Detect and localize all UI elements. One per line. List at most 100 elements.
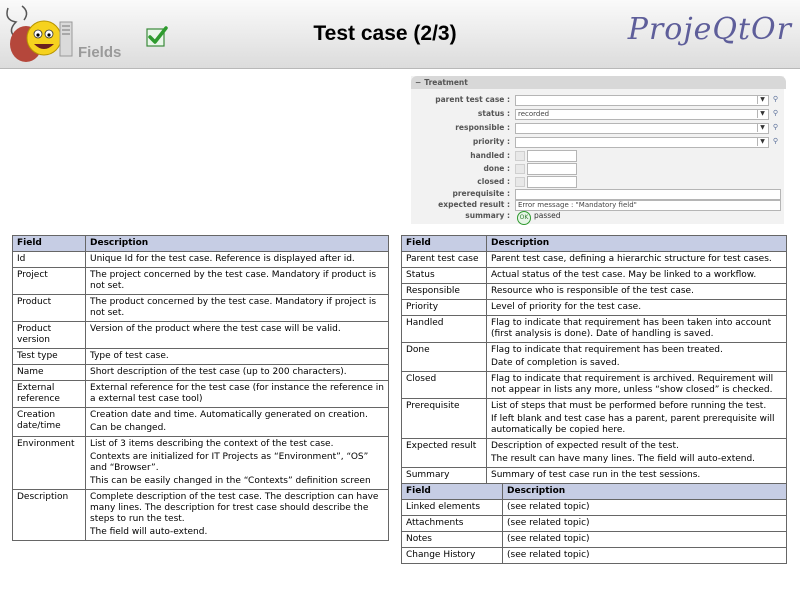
- field-name-cell: Done: [401, 342, 487, 372]
- description-line: External reference for the test case (fo…: [90, 383, 385, 404]
- page-header: Fields Test case (2/3) ProjeQtOr: [0, 0, 800, 69]
- description-cell: External reference for the test case (fo…: [85, 380, 389, 408]
- field-name-cell: Expected result: [401, 438, 487, 468]
- table-row: Change History (see related topic): [401, 547, 787, 564]
- field-responsible: responsible : ▼ ⚲: [411, 122, 784, 134]
- field-name-cell: Responsible: [401, 283, 487, 300]
- done-checkbox[interactable]: [515, 164, 525, 174]
- field-name-cell: Name: [12, 364, 86, 381]
- table-row: Test type Type of test case.: [12, 348, 389, 365]
- description-cell: (see related topic): [502, 547, 787, 564]
- left-field-table: Field Description Id Unique Id for the te…: [12, 235, 389, 541]
- table-row: Product version Version of the product wh…: [12, 321, 389, 349]
- search-icon[interactable]: ⚲: [771, 95, 780, 104]
- description-cell: (see related topic): [502, 531, 787, 548]
- field-name-cell: Closed: [401, 371, 487, 399]
- treatment-section-header[interactable]: − Treatment: [411, 76, 786, 89]
- description-cell: Version of the product where the test ca…: [85, 321, 389, 349]
- field-name-cell: Description: [12, 489, 86, 541]
- table-row: Summary Summary of test case run in the t…: [401, 467, 787, 484]
- table-header-row: Field Description: [401, 483, 787, 500]
- field-name-cell: External reference: [12, 380, 86, 408]
- collapse-icon[interactable]: −: [415, 78, 421, 87]
- description-cell: Flag to indicate that requirement has be…: [486, 315, 787, 343]
- field-label: summary :: [465, 211, 510, 220]
- description-cell: Short description of the test case (up t…: [85, 364, 389, 381]
- field-priority: priority : ▼ ⚲: [411, 136, 784, 148]
- treatment-panel: − Treatment parent test case : ▼ ⚲ status…: [411, 76, 786, 225]
- description-cell: Level of priority for the test case.: [486, 299, 787, 316]
- description-line: The product concerned by the test case. …: [90, 297, 377, 318]
- table-row: Product The product concerned by the test…: [12, 294, 389, 322]
- done-date-field[interactable]: [527, 163, 577, 175]
- description-line: The result can have many lines. The fiel…: [491, 454, 756, 464]
- table-row: Id Unique Id for the test case. Reference…: [12, 251, 389, 268]
- description-line: List of 3 items describing the context o…: [90, 439, 334, 449]
- table-row: Attachments (see related topic): [401, 515, 787, 532]
- description-line: Creation date and time. Automatically ge…: [90, 410, 368, 420]
- column-header: Field: [12, 235, 86, 252]
- description-line: Flag to indicate that requirement is arc…: [491, 374, 774, 395]
- chevron-down-icon[interactable]: ▼: [757, 123, 767, 132]
- field-name-cell: Product: [12, 294, 86, 322]
- chevron-down-icon[interactable]: ▼: [757, 95, 767, 104]
- field-name-cell: Status: [401, 267, 487, 284]
- description-line: Version of the product where the test ca…: [90, 324, 341, 334]
- description-line: Flag to indicate that requirement has be…: [491, 345, 723, 355]
- description-line: Actual status of the test case. May be l…: [491, 270, 757, 280]
- description-cell: List of steps that must be performed bef…: [486, 398, 787, 439]
- description-cell: Type of test case.: [85, 348, 389, 365]
- search-icon[interactable]: ⚲: [771, 109, 780, 118]
- description-line: Type of test case.: [90, 351, 169, 361]
- description-line: The project concerned by the test case. …: [90, 270, 377, 291]
- field-name-cell: Summary: [401, 467, 487, 484]
- table-row: Parent test case Parent test case, defini…: [401, 251, 787, 268]
- responsible-select[interactable]: [515, 123, 769, 134]
- description-cell: Complete description of the test case. T…: [85, 489, 389, 541]
- description-cell: Parent test case, defining a hierarchic …: [486, 251, 787, 268]
- description-line: The field will auto-extend.: [90, 527, 208, 537]
- description-line: Date of completion is saved.: [491, 358, 620, 368]
- field-summary: summary : OK passed: [411, 210, 784, 225]
- priority-select[interactable]: [515, 137, 769, 148]
- field-name-cell: Parent test case: [401, 251, 487, 268]
- search-icon[interactable]: ⚲: [771, 137, 780, 146]
- chevron-down-icon[interactable]: ▼: [757, 109, 767, 118]
- table-row: Done Flag to indicate that requirement ha…: [401, 342, 787, 372]
- summary-value: passed: [534, 211, 561, 220]
- description-line: Complete description of the test case. T…: [90, 492, 379, 524]
- description-line: Short description of the test case (up t…: [90, 367, 347, 377]
- description-cell: List of 3 items describing the context o…: [85, 436, 389, 490]
- field-name-cell: Project: [12, 267, 86, 295]
- field-label: status :: [477, 109, 510, 118]
- field-label: handled :: [470, 151, 510, 160]
- description-cell: The product concerned by the test case. …: [85, 294, 389, 322]
- chevron-down-icon[interactable]: ▼: [757, 137, 767, 146]
- description-cell: Creation date and time. Automatically ge…: [85, 407, 389, 437]
- column-header: Description: [486, 235, 787, 252]
- status-select[interactable]: recorded: [515, 109, 769, 120]
- closed-checkbox[interactable]: [515, 177, 525, 187]
- description-cell: Description of expected result of the te…: [486, 438, 787, 468]
- table-row: External reference External reference for…: [12, 380, 389, 408]
- table-row: Creation date/time Creation date and time…: [12, 407, 389, 437]
- description-line: This can be easily changed in the “Conte…: [90, 476, 371, 486]
- table-row: Prerequisite List of steps that must be p…: [401, 398, 787, 439]
- field-name-cell: Test type: [12, 348, 86, 365]
- field-name-cell: Environment: [12, 436, 86, 490]
- handled-date-field[interactable]: [527, 150, 577, 162]
- field-done: done :: [411, 163, 784, 175]
- section-title: Treatment: [424, 78, 468, 87]
- linked-field-table: Field Description Linked elements (see re…: [401, 483, 787, 564]
- description-line: Description of expected result of the te…: [491, 441, 679, 451]
- closed-date-field[interactable]: [527, 176, 577, 188]
- description-cell: (see related topic): [502, 515, 787, 532]
- search-icon[interactable]: ⚲: [771, 123, 780, 132]
- table-row: Project The project concerned by the test…: [12, 267, 389, 295]
- handled-checkbox[interactable]: [515, 151, 525, 161]
- field-name-cell: Attachments: [401, 515, 503, 532]
- description-cell: Flag to indicate that requirement has be…: [486, 342, 787, 372]
- description-line: List of steps that must be performed bef…: [491, 401, 767, 411]
- parent-test-case-select[interactable]: [515, 95, 769, 106]
- table-header-row: Field Description: [401, 235, 787, 252]
